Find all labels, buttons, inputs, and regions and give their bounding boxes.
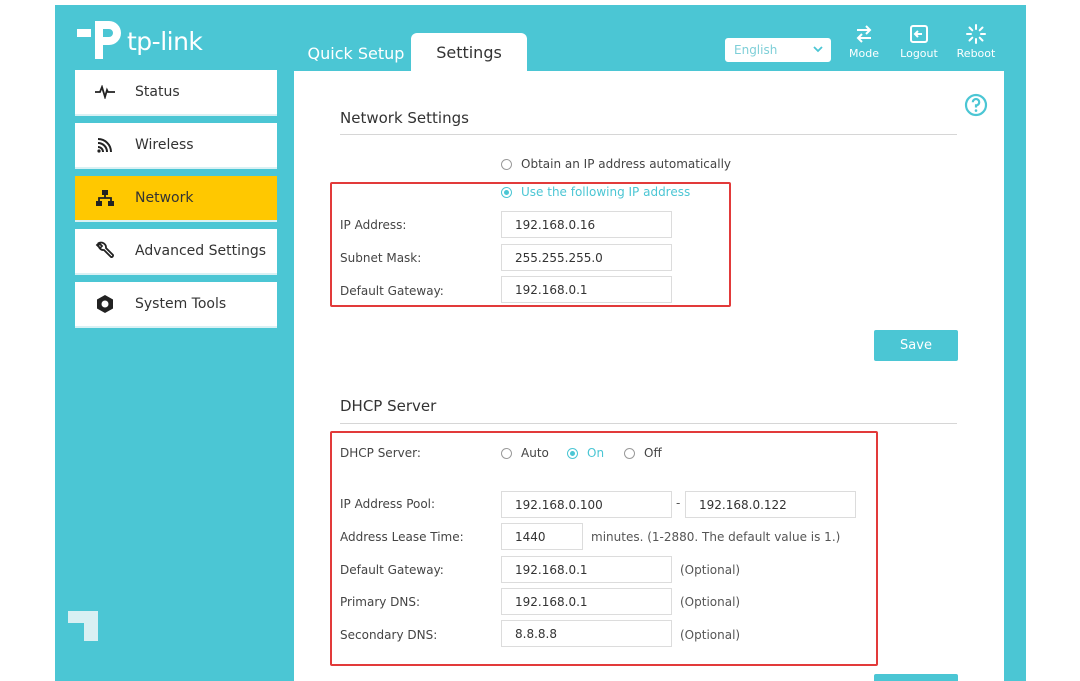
- sidebar-item-label: Advanced Settings: [135, 243, 267, 259]
- network-icon: [75, 189, 135, 207]
- sidebar-item-label: Wireless: [135, 137, 194, 153]
- tab-settings[interactable]: Settings: [411, 33, 527, 71]
- radio-obtain-auto[interactable]: Obtain an IP address automatically: [501, 157, 731, 171]
- tab-quick-setup[interactable]: Quick Setup: [300, 35, 412, 71]
- main-panel: Network Settings Obtain an IP address au…: [294, 71, 1004, 681]
- mode-icon: [856, 25, 872, 43]
- decorative-corner-icon: [68, 611, 98, 641]
- logout-icon: [910, 25, 928, 43]
- save-button[interactable]: Save: [874, 330, 958, 361]
- tp-link-logo: tp-link: [75, 15, 225, 65]
- sidebar-item-label: Status: [135, 84, 180, 100]
- sidebar-item-wireless[interactable]: Wireless: [75, 123, 277, 169]
- section-title-network-settings: Network Settings: [340, 109, 469, 127]
- chevron-down-icon: [813, 46, 823, 53]
- section-title-dhcp-server: DHCP Server: [340, 397, 437, 415]
- highlight-box-dhcp: [330, 431, 878, 666]
- mode-label: Mode: [849, 47, 879, 60]
- wifi-icon: [75, 136, 135, 154]
- language-selected: English: [734, 43, 778, 57]
- brand-name: tp-link: [127, 27, 203, 56]
- sidebar-item-network[interactable]: Network: [75, 176, 277, 222]
- sidebar-item-label: System Tools: [135, 296, 227, 312]
- language-select[interactable]: English: [725, 38, 831, 62]
- help-icon[interactable]: [964, 93, 988, 117]
- sidebar-item-label: Network: [135, 190, 194, 206]
- radio-circle: [501, 158, 512, 170]
- gear-icon: [75, 294, 135, 314]
- logout-button[interactable]: Logout: [891, 23, 947, 60]
- pulse-icon: [75, 85, 135, 99]
- reboot-label: Reboot: [956, 47, 996, 60]
- sidebar-item-status[interactable]: Status: [75, 70, 277, 116]
- app-frame: tp-link Quick Setup Settings English Mod…: [55, 5, 1026, 681]
- mode-button[interactable]: Mode: [836, 23, 892, 60]
- sidebar-item-system-tools[interactable]: System Tools: [75, 282, 277, 328]
- reboot-icon: [966, 24, 986, 44]
- reboot-button[interactable]: Reboot: [948, 23, 1004, 60]
- radio-label: Obtain an IP address automatically: [521, 157, 732, 171]
- dhcp-save-button[interactable]: [874, 674, 958, 681]
- section-divider: [340, 423, 957, 424]
- highlight-box-static-ip: [330, 182, 731, 307]
- sidebar-item-advanced-settings[interactable]: Advanced Settings: [75, 229, 277, 275]
- section-divider: [340, 134, 957, 135]
- logo-mark-icon: [77, 21, 121, 59]
- logout-label: Logout: [900, 47, 938, 60]
- wrench-icon: [75, 241, 135, 261]
